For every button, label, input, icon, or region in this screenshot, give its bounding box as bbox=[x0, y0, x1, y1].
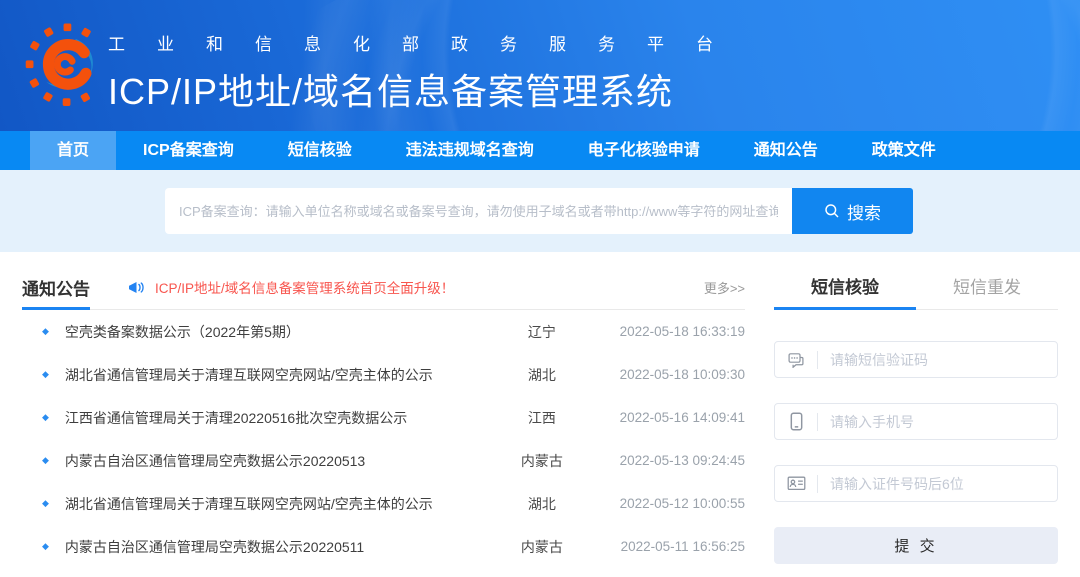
notice-region: 江西 bbox=[483, 408, 601, 428]
nav-item-icp-query[interactable]: ICP备案查询 bbox=[116, 131, 261, 170]
id-card-icon bbox=[775, 476, 817, 491]
notice-region: 辽宁 bbox=[483, 322, 601, 342]
icp-search-box: 搜索 bbox=[165, 188, 913, 234]
icp-search-input[interactable] bbox=[165, 188, 792, 234]
notice-list-item[interactable]: ◆ 湖北省通信管理局关于清理互联网空壳网站/空壳主体的公示 湖北 2022-05… bbox=[22, 353, 745, 396]
notice-list: ◆ 空壳类备案数据公示（2022年第5期） 辽宁 2022-05-18 16:3… bbox=[22, 310, 745, 568]
ministry-platform-title: 工业和信息化部政务服务平台 bbox=[108, 30, 745, 55]
nav-item-sms-verify[interactable]: 短信核验 bbox=[261, 131, 379, 170]
diamond-bullet-icon: ◆ bbox=[42, 498, 49, 509]
upgrade-announcement-link[interactable]: ICP/IP地址/域名信息备案管理系统首页全面升级！ bbox=[155, 277, 454, 297]
diamond-bullet-icon: ◆ bbox=[42, 541, 49, 552]
notice-list-item[interactable]: ◆ 内蒙古自治区通信管理局空壳数据公示20220511 内蒙古 2022-05-… bbox=[22, 525, 745, 568]
megaphone-icon bbox=[128, 280, 145, 295]
main-nav: 首页 ICP备案查询 短信核验 违法违规域名查询 电子化核验申请 通知公告 政策… bbox=[0, 131, 1080, 170]
notice-title[interactable]: 湖北省通信管理局关于清理互联网空壳网站/空壳主体的公示 bbox=[65, 494, 483, 514]
nav-item-illegal-domain-query[interactable]: 违法违规域名查询 bbox=[379, 131, 561, 170]
sms-panel: 短信核验 短信重发 bbox=[774, 265, 1058, 568]
nav-item-home[interactable]: 首页 bbox=[30, 131, 116, 170]
notice-region: 内蒙古 bbox=[483, 451, 601, 471]
nav-item-policy-documents[interactable]: 政策文件 bbox=[845, 131, 963, 170]
sms-panel-tabs: 短信核验 短信重发 bbox=[774, 265, 1058, 310]
notice-datetime: 2022-05-18 10:09:30 bbox=[601, 367, 745, 382]
miit-logo-icon bbox=[24, 16, 110, 110]
main-content: 通知公告 ICP/IP地址/域名信息备案管理系统首页全面升级！ 更多>> ◆ 空… bbox=[0, 252, 1080, 568]
notice-list-item[interactable]: ◆ 内蒙古自治区通信管理局空壳数据公示20220513 内蒙古 2022-05-… bbox=[22, 439, 745, 482]
submit-button[interactable]: 提 交 bbox=[774, 527, 1058, 564]
sms-icon bbox=[775, 352, 817, 368]
notice-datetime: 2022-05-18 16:33:19 bbox=[601, 324, 745, 339]
notice-title[interactable]: 内蒙古自治区通信管理局空壳数据公示20220513 bbox=[65, 451, 483, 471]
notice-datetime: 2022-05-12 10:00:55 bbox=[601, 496, 745, 511]
search-button-label: 搜索 bbox=[847, 199, 881, 224]
notice-section: 通知公告 ICP/IP地址/域名信息备案管理系统首页全面升级！ 更多>> ◆ 空… bbox=[22, 265, 745, 568]
phone-number-input[interactable] bbox=[818, 414, 1057, 430]
diamond-bullet-icon: ◆ bbox=[42, 369, 49, 380]
notice-title[interactable]: 空壳类备案数据公示（2022年第5期） bbox=[65, 322, 483, 342]
system-title: ICP/IP地址/域名信息备案管理系统 bbox=[108, 63, 745, 115]
diamond-bullet-icon: ◆ bbox=[42, 412, 49, 423]
notice-list-item[interactable]: ◆ 江西省通信管理局关于清理20220516批次空壳数据公示 江西 2022-0… bbox=[22, 396, 745, 439]
search-band: 搜索 bbox=[0, 170, 1080, 252]
id-number-input[interactable] bbox=[818, 476, 1057, 492]
notice-datetime: 2022-05-13 09:24:45 bbox=[601, 453, 745, 468]
id-number-field-wrap bbox=[774, 465, 1058, 502]
notice-datetime: 2022-05-11 16:56:25 bbox=[601, 539, 745, 554]
notice-list-item[interactable]: ◆ 湖北省通信管理局关于清理互联网空壳网站/空壳主体的公示 湖北 2022-05… bbox=[22, 482, 745, 525]
search-icon bbox=[824, 203, 840, 219]
diamond-bullet-icon: ◆ bbox=[42, 455, 49, 466]
sms-code-field-wrap bbox=[774, 341, 1058, 378]
sms-form: 提 交 bbox=[774, 310, 1058, 564]
notice-title[interactable]: 湖北省通信管理局关于清理互联网空壳网站/空壳主体的公示 bbox=[65, 365, 483, 385]
notice-list-item[interactable]: ◆ 空壳类备案数据公示（2022年第5期） 辽宁 2022-05-18 16:3… bbox=[22, 310, 745, 353]
notice-region: 湖北 bbox=[483, 494, 601, 514]
notice-section-head: 通知公告 ICP/IP地址/域名信息备案管理系统首页全面升级！ 更多>> bbox=[22, 265, 745, 310]
nav-item-notices[interactable]: 通知公告 bbox=[727, 131, 845, 170]
tab-sms-verify[interactable]: 短信核验 bbox=[774, 265, 916, 309]
notice-title[interactable]: 内蒙古自治区通信管理局空壳数据公示20220511 bbox=[65, 537, 483, 557]
more-link[interactable]: 更多>> bbox=[704, 278, 745, 297]
phone-icon bbox=[775, 412, 817, 431]
sms-code-input[interactable] bbox=[818, 352, 1057, 368]
notice-title[interactable]: 江西省通信管理局关于清理20220516批次空壳数据公示 bbox=[65, 408, 483, 428]
phone-field-wrap bbox=[774, 403, 1058, 440]
notice-region: 内蒙古 bbox=[483, 537, 601, 557]
header-banner: 工业和信息化部政务服务平台 ICP/IP地址/域名信息备案管理系统 bbox=[0, 0, 1080, 131]
diamond-bullet-icon: ◆ bbox=[42, 326, 49, 337]
notice-section-title: 通知公告 bbox=[22, 265, 90, 309]
notice-datetime: 2022-05-16 14:09:41 bbox=[601, 410, 745, 425]
notice-region: 湖北 bbox=[483, 365, 601, 385]
tab-sms-resend[interactable]: 短信重发 bbox=[916, 265, 1058, 309]
nav-item-e-verification[interactable]: 电子化核验申请 bbox=[561, 131, 727, 170]
search-button[interactable]: 搜索 bbox=[792, 188, 913, 234]
